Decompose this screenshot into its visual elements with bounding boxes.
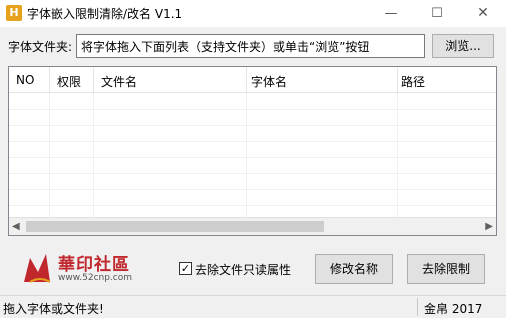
- column-header-path[interactable]: 路径: [401, 73, 425, 90]
- app-icon: H: [6, 5, 22, 21]
- grid-line: [93, 93, 94, 217]
- scrollbar-thumb[interactable]: [26, 221, 324, 232]
- column-separator: [246, 67, 247, 93]
- status-bar: 拖入字体或文件夹! 金帛 2017: [0, 295, 506, 318]
- logo-url: www.52cnp.com: [58, 273, 133, 283]
- readonly-checkbox[interactable]: ✓: [179, 262, 192, 275]
- maximize-button[interactable]: ☐: [414, 0, 460, 27]
- list-header: NO 权限 文件名 字体名 路径: [9, 67, 496, 93]
- rename-button[interactable]: 修改名称: [315, 254, 393, 284]
- font-list[interactable]: NO 权限 文件名 字体名 路径 ◀ ▶: [8, 66, 497, 236]
- status-message: 拖入字体或文件夹!: [3, 302, 104, 316]
- status-separator: [417, 298, 418, 316]
- close-button[interactable]: ✕: [460, 0, 506, 27]
- grid-line: [9, 157, 496, 158]
- column-header-fontname[interactable]: 字体名: [251, 73, 287, 90]
- folder-input[interactable]: 将字体拖入下面列表（支持文件夹）或单击“浏览”按钮: [76, 34, 425, 58]
- grid-line: [9, 189, 496, 190]
- window-title: 字体嵌入限制清除/改名 V1.1: [27, 7, 183, 21]
- grid-line: [9, 173, 496, 174]
- browse-button[interactable]: 浏览...: [432, 34, 494, 58]
- column-header-no[interactable]: NO: [16, 73, 34, 87]
- title-bar: H 字体嵌入限制清除/改名 V1.1 — ☐ ✕: [0, 0, 506, 27]
- grid-line: [246, 93, 247, 217]
- grid-line: [9, 141, 496, 142]
- grid-line: [9, 205, 496, 206]
- readonly-checkbox-label[interactable]: 去除文件只读属性: [195, 261, 291, 278]
- logo-text: 華印社區: [58, 255, 130, 275]
- column-separator: [93, 67, 94, 93]
- column-header-permission[interactable]: 权限: [57, 73, 81, 90]
- grid-line: [397, 93, 398, 217]
- status-author: 金帛 2017: [424, 302, 483, 316]
- scroll-left-icon[interactable]: ◀: [12, 221, 20, 232]
- horizontal-scrollbar[interactable]: ◀ ▶: [9, 217, 496, 235]
- folder-label: 字体文件夹:: [8, 40, 73, 54]
- grid-line: [9, 109, 496, 110]
- column-header-filename[interactable]: 文件名: [101, 73, 137, 90]
- scroll-right-icon[interactable]: ▶: [485, 221, 493, 232]
- grid-line: [9, 125, 496, 126]
- column-separator: [49, 67, 50, 93]
- remove-limit-button[interactable]: 去除限制: [407, 254, 485, 284]
- column-separator: [397, 67, 398, 93]
- grid-line: [49, 93, 50, 217]
- minimize-button[interactable]: —: [368, 0, 414, 27]
